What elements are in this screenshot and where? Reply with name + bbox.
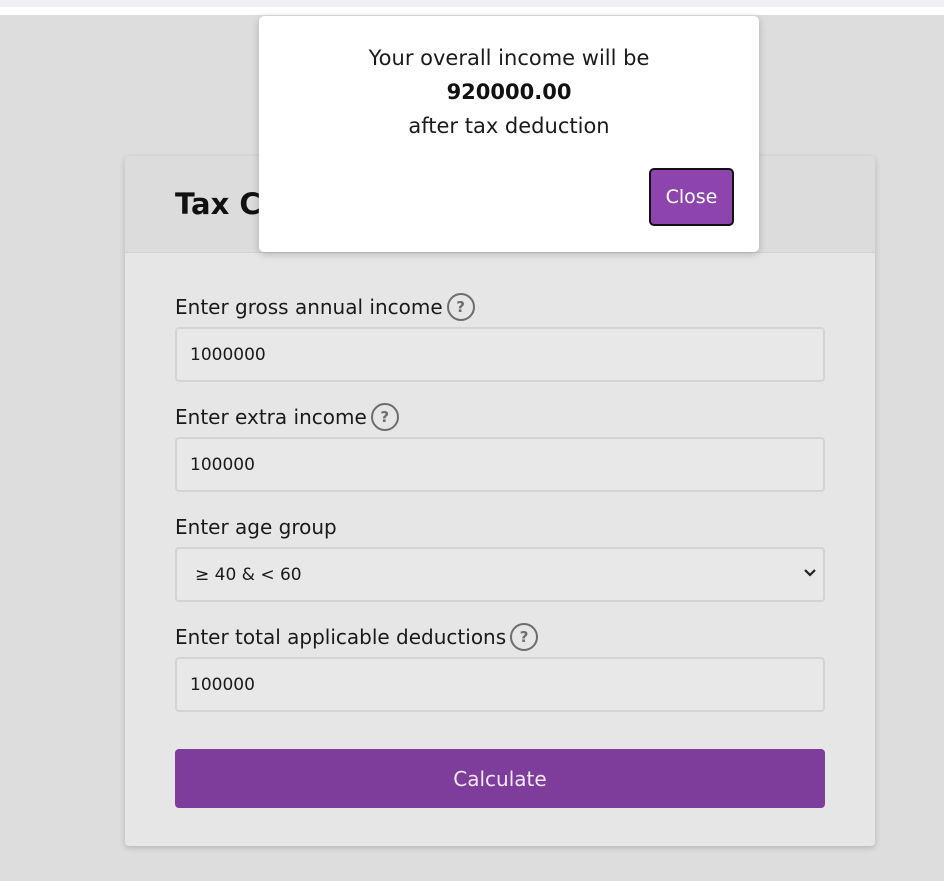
chevron-down-icon <box>803 567 817 582</box>
extra-income-input[interactable]: 100000 <box>175 437 825 492</box>
help-icon[interactable]: ? <box>370 403 399 431</box>
browser-strip <box>0 0 944 7</box>
result-amount: 920000.00 <box>446 80 572 104</box>
help-icon[interactable]: ? <box>510 623 539 651</box>
result-message: Your overall income will be <box>368 46 650 70</box>
deductions-input[interactable]: 100000 <box>175 657 825 712</box>
top-gap <box>0 7 944 15</box>
age-group-label: Enter age group <box>175 513 337 541</box>
extra-income-label-text: Enter extra income <box>175 405 367 429</box>
result-modal: Your overall income will be 920000.00 af… <box>259 16 759 252</box>
age-group-label-text: Enter age group <box>175 515 337 539</box>
extra-income-label: Enter extra income ? <box>175 403 399 431</box>
extra-income-value: 100000 <box>190 454 255 475</box>
gross-income-label: Enter gross annual income ? <box>175 293 475 321</box>
deductions-label-text: Enter total applicable deductions <box>175 625 507 649</box>
deductions-value: 100000 <box>190 674 255 695</box>
calculate-button[interactable]: Calculate <box>175 749 825 808</box>
age-group-select[interactable]: ≥ 40 & < 60 <box>175 547 825 602</box>
gross-income-value: 1000000 <box>190 344 266 365</box>
age-group-value: ≥ 40 & < 60 <box>195 564 302 585</box>
gross-income-input[interactable]: 1000000 <box>175 327 825 382</box>
deductions-label: Enter total applicable deductions ? <box>175 623 539 651</box>
tax-calculator-card: Tax Calculator Enter gross annual income… <box>125 156 875 846</box>
help-icon[interactable]: ? <box>446 293 475 321</box>
result-suffix: after tax deduction <box>408 114 610 138</box>
close-button[interactable]: Close <box>649 168 734 226</box>
gross-income-label-text: Enter gross annual income <box>175 295 443 319</box>
